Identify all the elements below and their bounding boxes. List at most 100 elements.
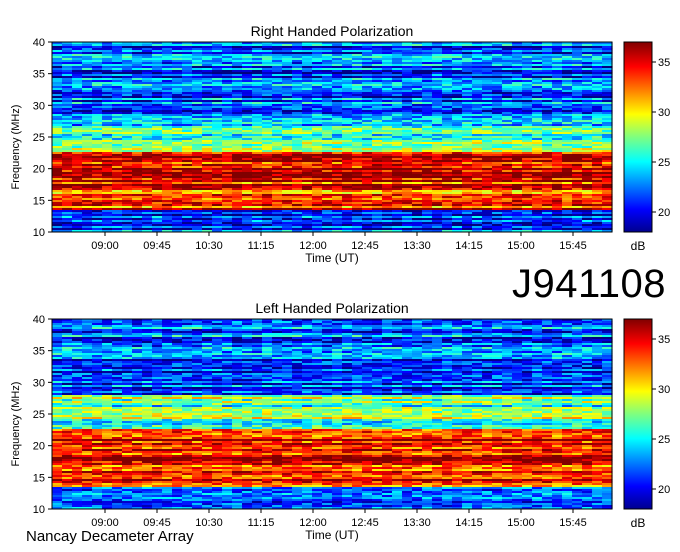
heatmap-cell (422, 114, 433, 117)
heatmap-cell (472, 64, 483, 67)
heatmap-cell (182, 138, 193, 141)
heatmap-cell (122, 96, 133, 99)
heatmap-cell (482, 102, 493, 105)
heatmap-cell (522, 84, 533, 87)
heatmap-cell (552, 70, 563, 73)
heatmap-cell (192, 80, 203, 83)
heatmap-cell (472, 144, 483, 147)
heatmap-cell (502, 112, 513, 115)
heatmap-cell (172, 160, 183, 163)
heatmap-cell (372, 60, 383, 63)
heatmap-cell (122, 160, 133, 163)
heatmap-cell (52, 122, 63, 125)
heatmap-cell (302, 184, 313, 187)
heatmap-cell (242, 210, 253, 213)
heatmap-cell (562, 102, 573, 105)
heatmap-cell (392, 206, 403, 209)
heatmap-cell (532, 134, 543, 137)
heatmap-cell (162, 148, 173, 151)
heatmap-cell (132, 112, 143, 115)
heatmap-cell (502, 62, 513, 65)
heatmap-cell (282, 48, 293, 51)
heatmap-cell (422, 98, 433, 101)
heatmap-cell (242, 218, 253, 221)
heatmap-cell (112, 160, 123, 163)
heatmap-cell (422, 136, 433, 139)
heatmap-cell (232, 132, 243, 135)
heatmap-cell (392, 210, 403, 213)
heatmap-cell (602, 74, 613, 77)
heatmap-cell (142, 78, 153, 81)
heatmap-cell (452, 100, 463, 103)
heatmap-cell (402, 170, 413, 173)
heatmap-cell (222, 108, 233, 111)
heatmap-cell (452, 162, 463, 165)
heatmap-cell (412, 190, 423, 193)
heatmap-cell (132, 94, 143, 97)
heatmap-cell (532, 52, 543, 55)
heatmap-cell (92, 46, 103, 49)
heatmap-cell (382, 62, 393, 65)
heatmap-cell (572, 166, 583, 169)
heatmap-cell (92, 136, 103, 139)
heatmap-cell (182, 110, 193, 113)
heatmap-cell (462, 90, 473, 93)
heatmap-cell (592, 92, 603, 95)
heatmap-cell (422, 138, 433, 141)
heatmap-cell (472, 190, 483, 193)
heatmap-cell (82, 98, 93, 101)
heatmap-cell (262, 218, 273, 221)
heatmap-cell (52, 216, 63, 219)
heatmap-cell (232, 154, 243, 157)
heatmap-cell (172, 72, 183, 75)
heatmap-cell (472, 128, 483, 131)
heatmap-cell (122, 206, 133, 209)
heatmap-cell (252, 162, 263, 165)
heatmap-cell (122, 220, 133, 223)
heatmap-cell (382, 112, 393, 115)
heatmap-cell (422, 74, 433, 77)
heatmap-cell (392, 200, 403, 203)
heatmap-cell (52, 74, 63, 77)
heatmap-cell (392, 46, 403, 49)
heatmap-cell (62, 202, 73, 205)
heatmap-cell (562, 168, 573, 171)
heatmap-cell (72, 126, 83, 129)
heatmap-cell (352, 196, 363, 199)
heatmap-cell (332, 136, 343, 139)
heatmap-cell (382, 162, 393, 165)
heatmap-cell (402, 96, 413, 99)
heatmap-cell (172, 78, 183, 81)
heatmap-cell (102, 64, 113, 67)
heatmap-cell (182, 94, 193, 97)
heatmap-cell (282, 70, 293, 73)
heatmap-cell (252, 144, 263, 147)
heatmap-cell (522, 64, 533, 67)
heatmap-cell (512, 126, 523, 129)
heatmap-cell (542, 150, 553, 153)
heatmap-cell (512, 50, 523, 53)
heatmap-cell (512, 94, 523, 97)
heatmap-cell (242, 214, 253, 217)
heatmap-cell (222, 166, 233, 169)
heatmap-cell (362, 158, 373, 161)
heatmap-cell (542, 62, 553, 65)
heatmap-cell (82, 198, 93, 201)
heatmap-cell (232, 196, 243, 199)
heatmap-cell (382, 178, 393, 181)
heatmap-cell (152, 186, 163, 189)
heatmap-cell (92, 50, 103, 53)
heatmap-cell (142, 58, 153, 61)
heatmap-cell (502, 46, 513, 49)
heatmap-cell (362, 108, 373, 111)
heatmap-cell (122, 150, 133, 153)
heatmap-cell (102, 116, 113, 119)
heatmap-cell (342, 180, 353, 183)
heatmap-cell (202, 200, 213, 203)
heatmap-cell (232, 182, 243, 185)
heatmap-cell (102, 72, 113, 75)
heatmap-cell (352, 118, 363, 121)
heatmap-cell (392, 178, 403, 181)
heatmap-cell (512, 84, 523, 87)
heatmap-cell (552, 72, 563, 75)
